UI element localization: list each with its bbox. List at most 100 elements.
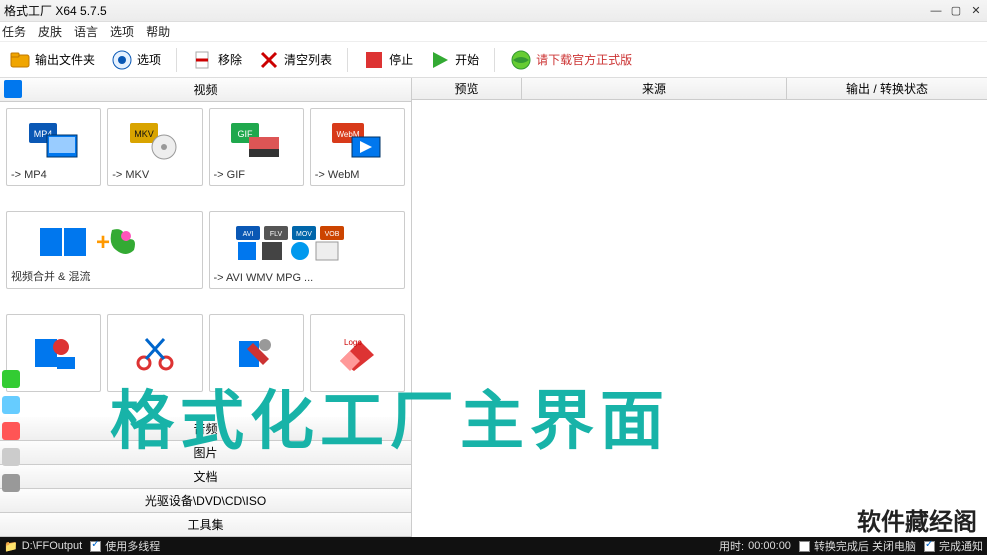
clear-list-label: 清空列表 (284, 51, 332, 68)
card-webm-label: -> WebM (315, 169, 400, 181)
multithread-label: 使用多线程 (105, 538, 160, 554)
shutdown-label: 转换完成后 关闭电脑 (814, 538, 916, 554)
minimize-button[interactable]: — (929, 4, 943, 18)
card-tool-3[interactable] (209, 314, 304, 392)
audio-category-icon (2, 370, 20, 388)
output-path-text: D:\FFOutput (22, 540, 83, 552)
multithread-toggle[interactable]: 使用多线程 (90, 538, 160, 554)
download-link[interactable]: 请下载官方正式版 (505, 46, 637, 74)
svg-text:MKV: MKV (134, 129, 154, 139)
output-folder-button[interactable]: 输出文件夹 (4, 46, 100, 74)
main: 视频 MP4 -> MP4 MKV -> MKV GIF -> GIF WebM… (0, 78, 987, 537)
svg-text:+: + (96, 229, 110, 256)
menu-help[interactable]: 帮助 (146, 23, 170, 40)
col-source[interactable]: 来源 (522, 78, 787, 99)
checkbox-icon (90, 541, 101, 552)
folder-icon (9, 49, 31, 71)
menu-skin[interactable]: 皮肤 (38, 23, 62, 40)
maximize-button[interactable]: ▢ (949, 4, 963, 18)
repair-icon (214, 319, 299, 387)
col-preview[interactable]: 预览 (412, 78, 522, 99)
start-label: 开始 (455, 51, 479, 68)
toolbox-category-icon (2, 474, 20, 492)
category-audio[interactable]: 音频 (0, 417, 411, 441)
card-merge-label: 视频合并 & 混流 (11, 268, 198, 284)
remove-icon (192, 49, 214, 71)
multi-format-icon: AVI FLV MOV VOB (214, 216, 401, 272)
card-webm[interactable]: WebM -> WebM (310, 108, 405, 186)
video-grid: MP4 -> MP4 MKV -> MKV GIF -> GIF WebM ->… (0, 102, 411, 417)
stop-button[interactable]: 停止 (358, 46, 418, 74)
folder-small-icon: 📁 (4, 540, 18, 553)
video-category-icon (4, 80, 22, 98)
document-category-icon (2, 422, 20, 440)
webm-icon: WebM (315, 113, 400, 169)
checkbox-icon (799, 541, 810, 552)
notify-label: 完成通知 (939, 538, 983, 554)
card-gif[interactable]: GIF -> GIF (209, 108, 304, 186)
list-header: 预览 来源 输出 / 转换状态 (412, 78, 987, 100)
category-toolbox[interactable]: 工具集 (0, 513, 411, 537)
svg-text:FLV: FLV (270, 231, 283, 238)
category-sidebar-icons (2, 370, 20, 492)
card-gif-label: -> GIF (214, 169, 299, 181)
picture-category-icon (2, 396, 20, 414)
card-mkv[interactable]: MKV -> MKV (107, 108, 202, 186)
stop-label: 停止 (389, 51, 413, 68)
output-path[interactable]: 📁 D:\FFOutput (4, 540, 82, 553)
shutdown-toggle[interactable]: 转换完成后 关闭电脑 (799, 538, 916, 554)
play-icon (429, 49, 451, 71)
card-avi-wmv-mpg[interactable]: AVIFLVMOVVOB -> AVI WMV MPG ... (209, 211, 406, 289)
category-audio-label: 音频 (193, 420, 217, 437)
toolbar: 输出文件夹 选项 移除 清空列表 停止 开始 请下载官方正式版 (0, 42, 987, 78)
video-clip-icon (11, 319, 96, 387)
elapsed-value: 00:00:00 (748, 540, 791, 552)
eraser-icon: Logo (315, 319, 400, 387)
options-button[interactable]: 选项 (106, 46, 166, 74)
category-toolbox-label: 工具集 (187, 516, 223, 533)
remove-button[interactable]: 移除 (187, 46, 247, 74)
gif-icon: GIF (214, 113, 299, 169)
download-link-label: 请下载官方正式版 (536, 51, 632, 68)
svg-text:MOV: MOV (296, 231, 312, 238)
globe-icon (510, 49, 532, 71)
separator (347, 48, 348, 72)
category-picture[interactable]: 图片 (0, 441, 411, 465)
category-optical[interactable]: 光驱设备\DVD\CD\ISO (0, 489, 411, 513)
mkv-icon: MKV (112, 113, 197, 169)
svg-text:AVI: AVI (242, 231, 253, 238)
task-list[interactable] (412, 100, 987, 537)
clear-list-button[interactable]: 清空列表 (253, 46, 337, 74)
close-button[interactable]: ✕ (969, 4, 983, 18)
card-tool-1[interactable] (6, 314, 101, 392)
elapsed: 用时: 00:00:00 (719, 538, 791, 554)
card-mkv-label: -> MKV (112, 169, 197, 181)
clear-list-icon (258, 49, 280, 71)
svg-text:Logo: Logo (344, 338, 362, 347)
category-video[interactable]: 视频 (0, 78, 411, 102)
start-button[interactable]: 开始 (424, 46, 484, 74)
category-optical-label: 光驱设备\DVD\CD\ISO (145, 492, 266, 509)
svg-text:VOB: VOB (324, 231, 339, 238)
output-folder-label: 输出文件夹 (35, 51, 95, 68)
card-tool-4[interactable]: Logo (310, 314, 405, 392)
card-merge-mux[interactable]: + 视频合并 & 混流 (6, 211, 203, 289)
category-picture-label: 图片 (193, 444, 217, 461)
col-output[interactable]: 输出 / 转换状态 (787, 78, 987, 99)
mp4-icon: MP4 (11, 113, 96, 169)
separator (176, 48, 177, 72)
card-tool-2[interactable] (107, 314, 202, 392)
menu-options[interactable]: 选项 (110, 23, 134, 40)
remove-label: 移除 (218, 51, 242, 68)
menu-language[interactable]: 语言 (74, 23, 98, 40)
globe-options-icon (111, 49, 133, 71)
checkbox-icon (924, 541, 935, 552)
scissors-icon (112, 319, 197, 387)
notify-toggle[interactable]: 完成通知 (924, 538, 983, 554)
card-mp4-label: -> MP4 (11, 169, 96, 181)
separator (494, 48, 495, 72)
category-document[interactable]: 文档 (0, 465, 411, 489)
right-panel: 预览 来源 输出 / 转换状态 (412, 78, 987, 537)
card-mp4[interactable]: MP4 -> MP4 (6, 108, 101, 186)
menu-task[interactable]: 任务 (2, 23, 26, 40)
